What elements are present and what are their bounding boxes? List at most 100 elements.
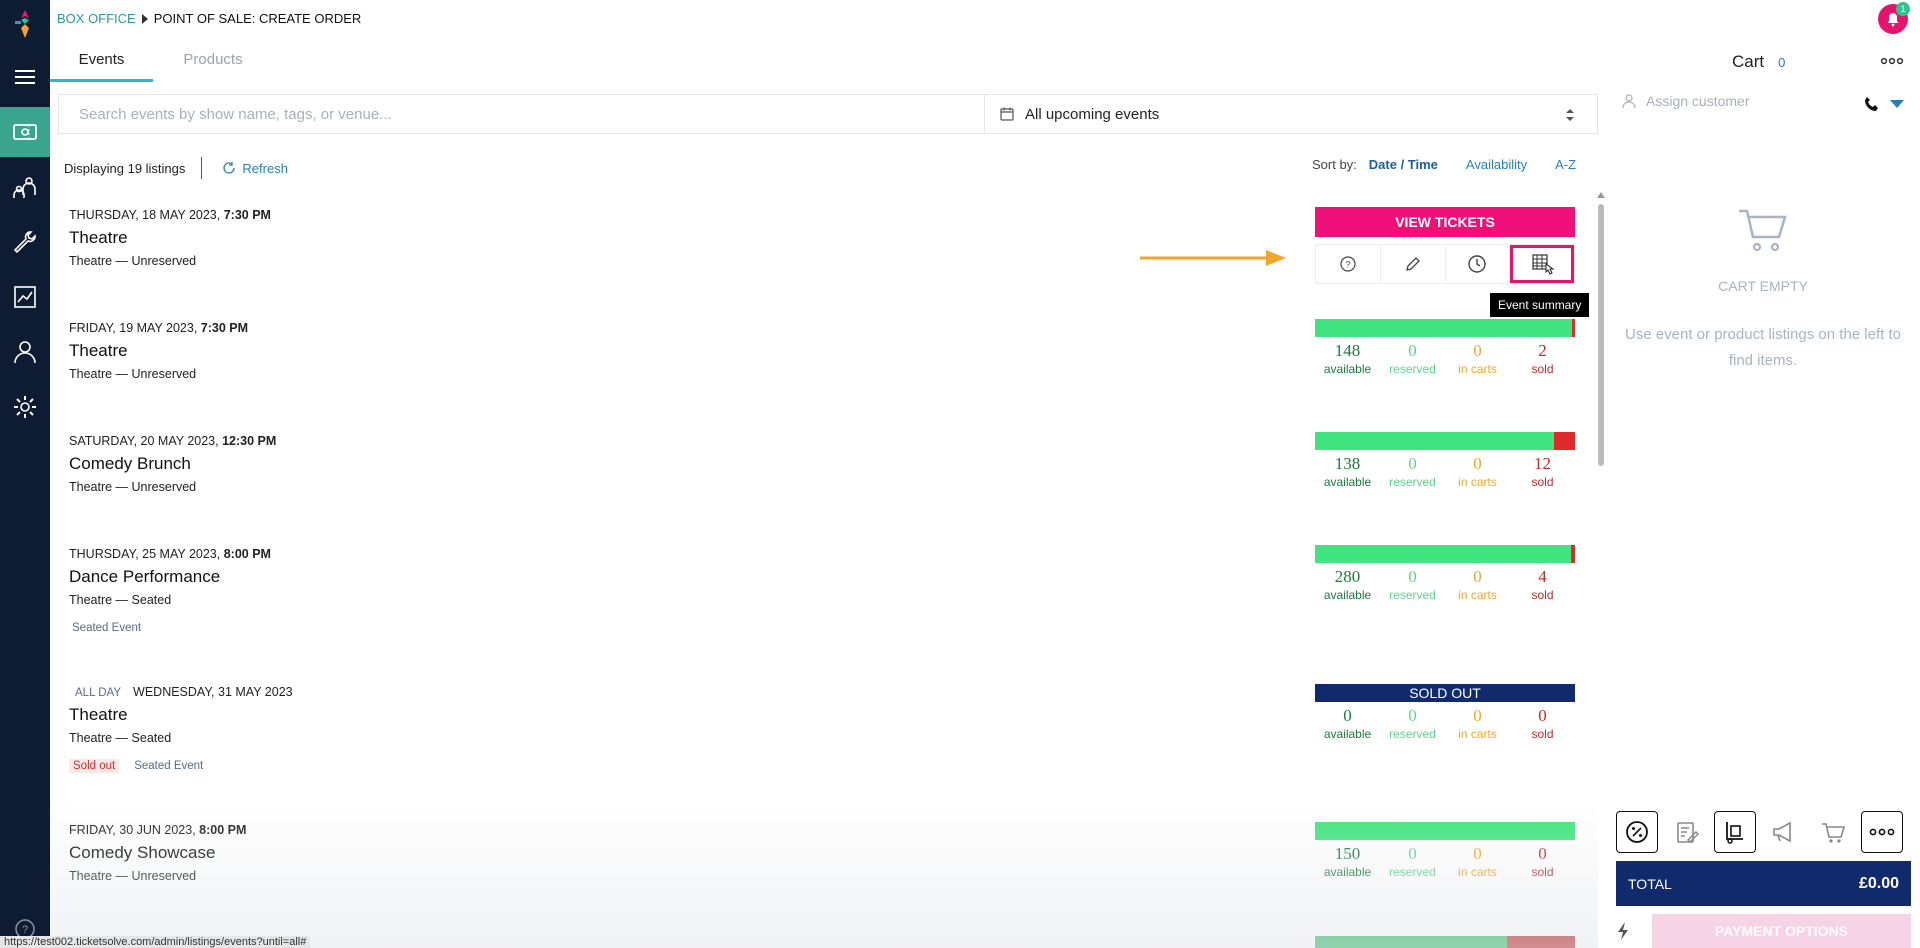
phone-icon[interactable]: [1864, 96, 1880, 112]
cart-empty-state: CART EMPTY Use event or product listings…: [1620, 205, 1906, 374]
availability-panel: SOLD OUT 0 available 0 reserved 0 in carts …: [1315, 684, 1575, 741]
event-listing[interactable]: All Day WEDNESDAY, 31 MAY 2023 Theatre Th…: [69, 685, 293, 773]
notes-button[interactable]: [1665, 811, 1707, 853]
available-segment: [1315, 432, 1554, 450]
availability-bar: [1315, 822, 1575, 840]
refresh-button[interactable]: Refresh: [222, 161, 288, 176]
sold-segment: [1572, 319, 1575, 337]
cart-empty-title: CART EMPTY: [1718, 278, 1808, 294]
available-segment: [1315, 936, 1507, 948]
event-date: THURSDAY, 25 MAY 2023, 8:00 PM: [69, 547, 271, 561]
edit-event-button[interactable]: [1381, 245, 1446, 283]
event-listing[interactable]: SATURDAY, 20 MAY 2023, 12:30 PM Comedy B…: [69, 434, 276, 494]
sort-label: Sort by:: [1312, 157, 1357, 172]
stat-available: 150 available: [1323, 844, 1372, 879]
gear-icon[interactable]: [0, 382, 50, 432]
sold-segment: [1571, 545, 1575, 563]
sort-a-z[interactable]: A-Z: [1555, 157, 1576, 172]
stat-sold: 0 sold: [1531, 706, 1554, 741]
view-tickets-button[interactable]: VIEW TICKETS: [1315, 207, 1575, 237]
event-info-button[interactable]: ?: [1316, 245, 1381, 283]
user-icon[interactable]: [0, 327, 50, 377]
stat-sold: 2 sold: [1531, 341, 1554, 376]
app-root: ? BOX OFFICE POINT OF SALE: CREATE ORDER…: [0, 0, 1920, 948]
available-segment: [1315, 545, 1571, 563]
availability-bar: [1315, 432, 1575, 450]
scroll-thumb[interactable]: [1598, 204, 1604, 466]
search-input[interactable]: [59, 95, 984, 133]
event-tags: Sold out Seated Event: [69, 759, 293, 773]
app-logo[interactable]: [12, 8, 38, 40]
event-summary-button[interactable]: [1510, 245, 1574, 283]
wrench-icon[interactable]: [0, 217, 50, 267]
event-date: All Day WEDNESDAY, 31 MAY 2023: [75, 685, 293, 699]
cart-empty-description: Use event or product listings on the lef…: [1625, 326, 1901, 369]
tag-sold-out: Sold out: [69, 759, 120, 773]
cart-icon: [1739, 209, 1787, 252]
availability-stats: 0 available 0 reserved 0 in carts 0 sold: [1315, 706, 1575, 741]
stat-sold: 12 sold: [1531, 454, 1554, 489]
stat-sold: 0 sold: [1531, 844, 1554, 879]
event-schedule-button[interactable]: [1446, 245, 1511, 283]
breadcrumb-box-office[interactable]: BOX OFFICE: [57, 11, 136, 26]
event-listing[interactable]: THURSDAY, 18 MAY 2023, 7:30 PM Theatre T…: [69, 208, 271, 268]
event-venue: Theatre — Unreserved: [69, 254, 197, 268]
availability-stats: 280 available 0 reserved 0 in carts 4 sold: [1315, 567, 1575, 602]
availability-panel: 148 available 0 reserved 0 in carts 2 sold: [1315, 319, 1575, 376]
event-tags: Seated Event: [69, 621, 271, 635]
availability-panel: [1315, 936, 1575, 948]
more-options-icon[interactable]: [1880, 56, 1904, 66]
date-filter-value: All upcoming events: [1025, 105, 1160, 123]
total-label: TOTAL: [1628, 875, 1672, 892]
availability-stats: 138 available 0 reserved 0 in carts 12 sold: [1315, 454, 1575, 489]
grid-icon: [1532, 254, 1555, 275]
payment-options-button[interactable]: PAYMENT OPTIONS: [1652, 914, 1911, 948]
event-listing[interactable]: FRIDAY, 19 MAY 2023, 7:30 PM Theatre The…: [69, 321, 248, 381]
breadcrumb: BOX OFFICE POINT OF SALE: CREATE ORDER: [57, 11, 361, 26]
tab-products[interactable]: Products: [153, 48, 273, 82]
ticket-icon[interactable]: [0, 107, 50, 157]
discount-button[interactable]: [1616, 811, 1658, 853]
all-day-tag: All Day: [75, 687, 122, 699]
stat-available: 138 available: [1323, 454, 1372, 489]
stat-sold: 4 sold: [1531, 567, 1554, 602]
sold-segment: [1507, 936, 1575, 948]
more-tools-button[interactable]: [1861, 811, 1903, 853]
listing-bar: Displaying 19 listings Refresh: [64, 157, 288, 179]
refresh-label: Refresh: [242, 160, 288, 176]
sort-bar: Sort by: Date / Time Availability A-Z: [1312, 157, 1576, 172]
svg-text:?: ?: [1345, 260, 1350, 270]
delivery-button[interactable]: [1714, 811, 1756, 853]
people-icon[interactable]: [0, 162, 50, 212]
chevron-down-icon[interactable]: [1890, 99, 1904, 109]
lightning-icon[interactable]: [1616, 921, 1630, 941]
svg-text:?: ?: [22, 924, 28, 936]
sort-date-time[interactable]: Date / Time: [1369, 157, 1438, 172]
updown-icon: [1566, 109, 1574, 121]
date-filter-select[interactable]: All upcoming events: [984, 95, 1597, 133]
scroll-up-icon[interactable]: [1597, 192, 1605, 198]
cart-total: TOTAL £0.00: [1616, 861, 1911, 906]
event-venue: Theatre — Unreserved: [69, 480, 197, 494]
notification-badge: 1: [1896, 2, 1910, 16]
basket-button[interactable]: [1812, 811, 1854, 853]
stat-reserved: 0 reserved: [1389, 706, 1436, 741]
event-listing[interactable]: FRIDAY, 30 JUN 2023, 8:00 PM Comedy Show…: [69, 823, 246, 883]
stat-available: 0 available: [1323, 706, 1372, 741]
availability-stats: 150 available 0 reserved 0 in carts 0 sold: [1315, 844, 1575, 879]
more-options-icon: [1869, 828, 1895, 836]
marketing-button[interactable]: [1763, 811, 1805, 853]
tag-seated-event: Seated Event: [72, 622, 142, 634]
sort-availability[interactable]: Availability: [1466, 157, 1527, 172]
assign-customer-field[interactable]: Assign customer: [1622, 93, 1749, 109]
stat-in-carts: 0 in carts: [1458, 844, 1497, 879]
listings-scrollbar[interactable]: [1596, 192, 1606, 932]
event-listing[interactable]: THURSDAY, 25 MAY 2023, 8:00 PM Dance Per…: [69, 547, 271, 635]
reports-icon[interactable]: [0, 272, 50, 322]
notifications-button[interactable]: 1: [1878, 2, 1910, 34]
tab-events[interactable]: Events: [50, 48, 153, 82]
available-segment: [1315, 822, 1575, 840]
cart-count: 0: [1778, 54, 1786, 70]
event-title: Theatre: [69, 705, 128, 724]
menu-icon[interactable]: [0, 52, 50, 102]
